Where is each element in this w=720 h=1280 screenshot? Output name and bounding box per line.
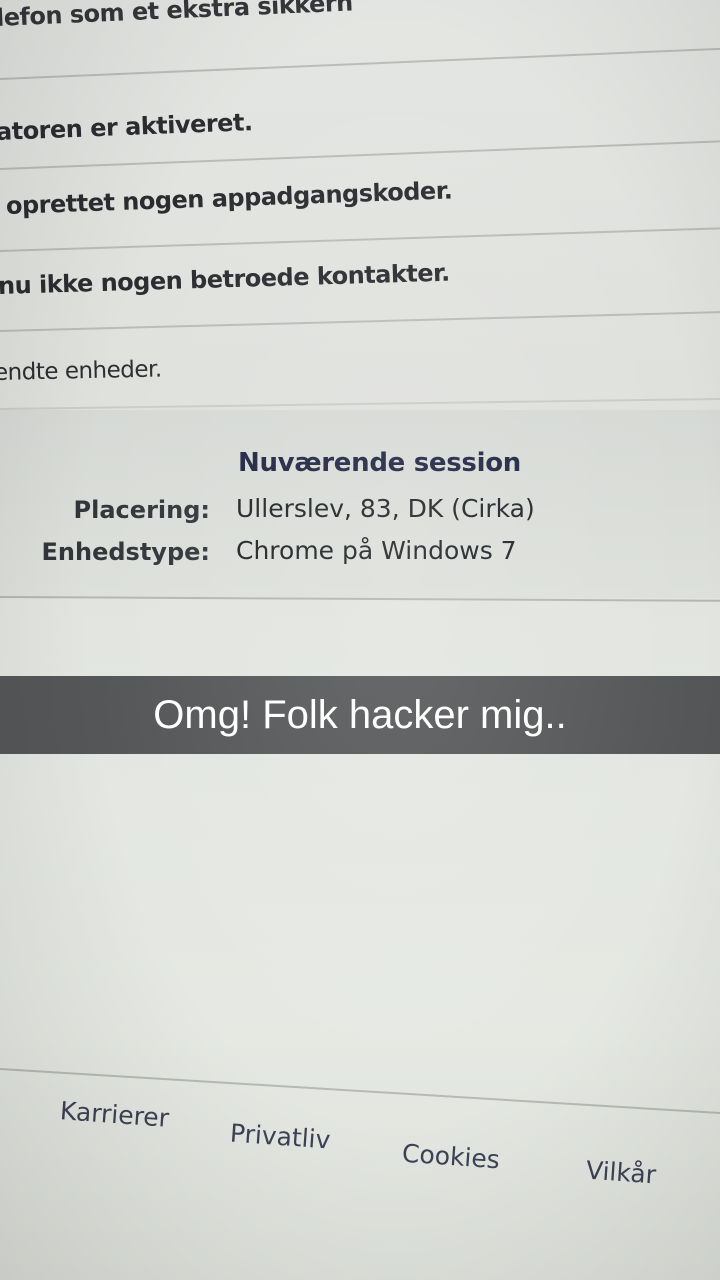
monitor-screen-photo: lefon som et ekstra sikkerh atoren er ak… [0, 0, 720, 1280]
footer-link-careers[interactable]: Karrierer [59, 1096, 170, 1133]
footer-link-cookies[interactable]: Cookies [401, 1139, 501, 1175]
caption-bar: Omg! Folk hacker mig.. [0, 676, 720, 754]
settings-row-phone: lefon som et ekstra sikkerh [0, 0, 354, 32]
row-divider [0, 310, 720, 332]
device-type-value: Chrome på Windows 7 [236, 536, 517, 565]
panel-top-divider [0, 397, 720, 410]
row-divider [0, 138, 720, 170]
settings-row-trusted-contacts[interactable]: nu ikke nogen betroede kontakter. [0, 259, 450, 300]
footer-link-privacy[interactable]: Privatliv [229, 1119, 331, 1155]
location-value: Ullerslev, 83, DK (Cirka) [236, 494, 535, 523]
location-label: Placering: [73, 496, 210, 524]
caption-text: Omg! Folk hacker mig.. [153, 693, 567, 737]
device-type-label: Enhedstype: [41, 538, 210, 566]
settings-row-authenticator[interactable]: atoren er aktiveret. [0, 108, 253, 146]
row-divider [0, 226, 720, 252]
row-divider [0, 46, 720, 80]
settings-row-known-devices[interactable]: endte enheder. [0, 356, 162, 386]
footer-link-terms[interactable]: Vilkår [585, 1156, 657, 1190]
settings-row-app-passwords[interactable]: oprettet nogen appadgangskoder. [6, 176, 453, 220]
current-session-heading: Nuværende session [238, 448, 521, 478]
